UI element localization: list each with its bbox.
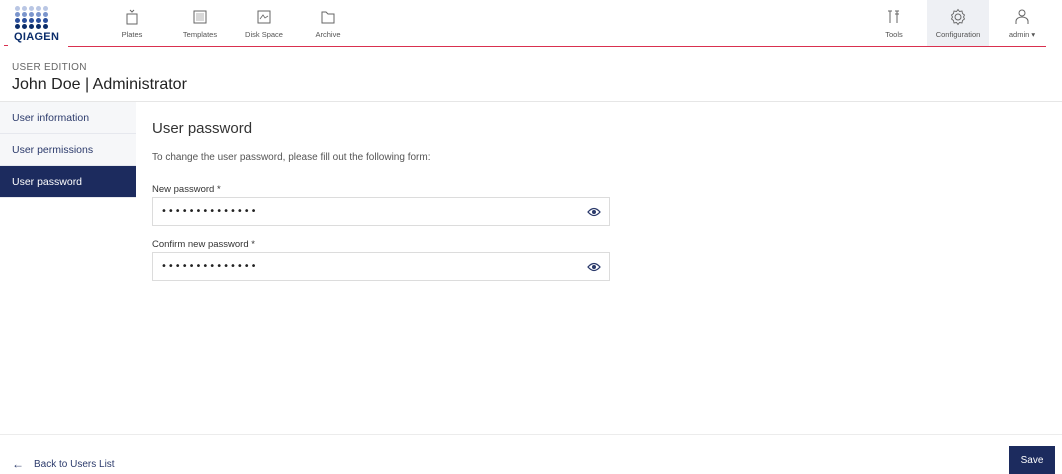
nav-archive-label: Archive (315, 30, 341, 39)
nav-archive[interactable]: Archive (300, 0, 356, 47)
footer-divider (0, 434, 1062, 435)
user-icon (1015, 9, 1029, 24)
edition-label: USER EDITION (12, 62, 87, 73)
qiagen-logo[interactable]: QIAGEN (4, 6, 62, 48)
nav-plates-label: Plates (121, 30, 143, 39)
new-password-input[interactable] (153, 198, 573, 225)
folder-icon (321, 11, 335, 24)
nav-configuration-label: Configuration (935, 30, 981, 39)
confirm-password-label: Confirm new password * (152, 239, 255, 250)
form-title: User password (152, 120, 253, 137)
sidebar-item-user-permissions[interactable]: User permissions (0, 134, 136, 166)
templates-icon (193, 10, 207, 24)
sidebar-item-label: User password (12, 175, 83, 188)
arrow-left-icon: ← (12, 457, 24, 471)
plate-icon (126, 9, 138, 25)
nav-templates[interactable]: Templates (172, 0, 228, 47)
logo-tick (4, 45, 8, 46)
nav-tools-label: Tools (885, 30, 903, 39)
tools-icon (888, 10, 899, 23)
header-divider (0, 101, 1062, 102)
logo-wordmark: QIAGEN (14, 31, 60, 43)
nav-templates-label: Templates (182, 30, 218, 39)
top-navigation-bar: QIAGEN Plates Templates Disk Space Archi… (0, 0, 1062, 47)
nav-disk-space[interactable]: Disk Space (236, 0, 292, 47)
nav-admin-label: admin ▾ (1008, 30, 1036, 39)
confirm-password-input[interactable] (153, 253, 573, 280)
sidebar-item-label: User permissions (12, 143, 94, 156)
new-password-label: New password * (152, 184, 221, 195)
gear-icon (950, 8, 966, 26)
sidebar: User information User permissions User p… (0, 102, 136, 198)
back-to-users-link[interactable]: ← Back to Users List (12, 457, 115, 471)
show-password-icon[interactable] (587, 206, 601, 218)
nav-admin-menu[interactable]: admin ▾ (994, 0, 1050, 47)
header-accent-line (68, 46, 1046, 47)
sidebar-item-label: User information (12, 111, 90, 124)
save-button[interactable]: Save (1009, 446, 1055, 474)
new-password-field (152, 197, 610, 226)
nav-plates[interactable]: Plates (104, 0, 160, 47)
disk-space-icon (257, 10, 271, 24)
nav-tools[interactable]: Tools (866, 0, 922, 47)
nav-configuration[interactable]: Configuration (927, 0, 989, 47)
sidebar-item-user-information[interactable]: User information (0, 102, 136, 134)
show-confirm-password-icon[interactable] (587, 261, 601, 273)
confirm-password-field (152, 252, 610, 281)
form-intro: To change the user password, please fill… (152, 152, 431, 163)
page-title: John Doe | Administrator (12, 76, 187, 93)
nav-disk-space-label: Disk Space (245, 30, 283, 39)
sidebar-item-user-password[interactable]: User password (0, 166, 136, 198)
back-link-label: Back to Users List (34, 458, 115, 470)
